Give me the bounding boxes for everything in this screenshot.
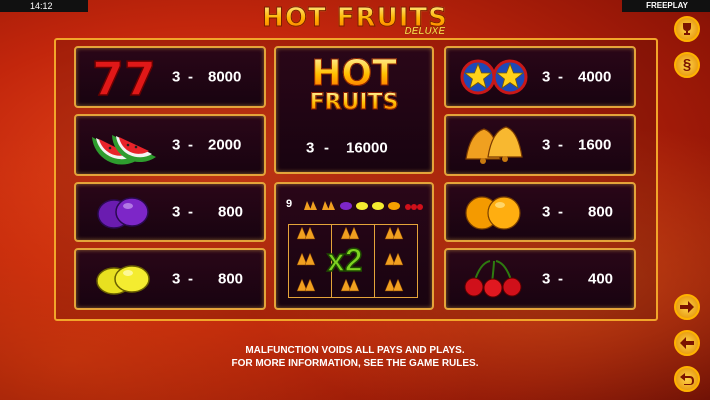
pay-dash: - [188,203,193,221]
pay-cell-wild: HOT FRUITS 3 - 16000 [274,46,434,174]
pay-value: 800 [218,203,244,221]
pay-value: 2000 [208,136,242,154]
pay-value: 1600 [578,136,612,154]
pay-value: 800 [218,270,244,288]
multiplier-label: x2 [326,242,363,278]
bonus-grid: x2 [288,224,418,298]
orange-icon [388,202,400,210]
freeplay-label: FREEPLAY [622,0,710,12]
arrow-right-icon [680,301,694,313]
pay-dash: - [558,136,563,154]
pay-count: 3 [542,136,551,154]
pay-cell-star: 3 - 4000 [444,46,636,108]
pay-dash: - [558,203,563,221]
pay-cell-cherry: 3 - 400 [444,248,636,310]
seven-icon: 77 [91,55,157,99]
lemon-icon [96,265,150,295]
disclaimer: MALFUNCTION VOIDS ALL PAYS AND PLAYS. FO… [0,344,710,370]
pay-count: 3 [542,68,551,86]
pay-count: 3 [172,68,181,86]
orange-icon [465,196,521,230]
svg-text:77: 77 [92,55,156,99]
pay-dash: - [188,68,193,86]
pay-value: 16000 [346,139,388,157]
trophy-icon [683,23,691,35]
pay-count: 3 [542,270,551,288]
logo-subtitle: DELUXE [404,26,445,37]
pay-value: 8000 [208,68,242,86]
pay-cell-lemon: 3 - 800 [74,248,266,310]
wild-line1: HOT [276,53,432,94]
pay-cell-watermelon: 3 - 2000 [74,114,266,176]
pay-count: 3 [306,139,315,157]
bell-icon [322,201,329,210]
trophy-button[interactable] [674,16,700,42]
pay-value: 800 [588,203,614,221]
pay-cell-bonus: 9 x2 [274,182,434,310]
pay-dash: - [188,270,193,288]
next-page-button[interactable] [674,294,700,320]
pay-count: 3 [542,203,551,221]
watermelon-icon [92,135,156,165]
clock: 14:12 [0,0,88,12]
wild-line2: FRUITS [276,90,432,116]
plum-icon [340,202,352,210]
disclaimer-line1: MALFUNCTION VOIDS ALL PAYS AND PLAYS. [245,345,465,356]
pay-cell-seven: 77 3 - 8000 [74,46,266,108]
bonus-symbols-row [304,201,423,210]
plum-icon [97,197,149,229]
pay-value: 4000 [578,68,612,86]
star-icon [460,59,528,95]
lemon-icon [356,202,368,210]
pay-cell-bell: 3 - 1600 [444,114,636,176]
bell-icon [304,201,311,210]
section-icon: § [682,56,692,73]
lemon-icon [372,202,384,210]
bell-icon [465,126,523,164]
pay-dash: - [558,68,563,86]
disclaimer-line2: FOR MORE INFORMATION, SEE THE GAME RULES… [231,358,479,369]
cherry-icon [464,260,522,298]
pay-count: 3 [172,203,181,221]
rules-button[interactable]: § [674,52,700,78]
pay-cell-plum: 3 - 800 [74,182,266,242]
pay-count: 3 [172,136,181,154]
pay-dash: - [188,136,193,154]
game-logo: HOT FRUITS DELUXE [255,2,455,42]
pay-value: 400 [588,270,614,288]
cherry-icon [405,204,411,210]
pay-count: 3 [172,270,181,288]
return-icon [680,373,694,385]
pay-dash: - [558,270,563,288]
bonus-count: 9 [286,198,293,210]
pay-dash: - [324,139,329,157]
pay-cell-orange: 3 - 800 [444,182,636,242]
